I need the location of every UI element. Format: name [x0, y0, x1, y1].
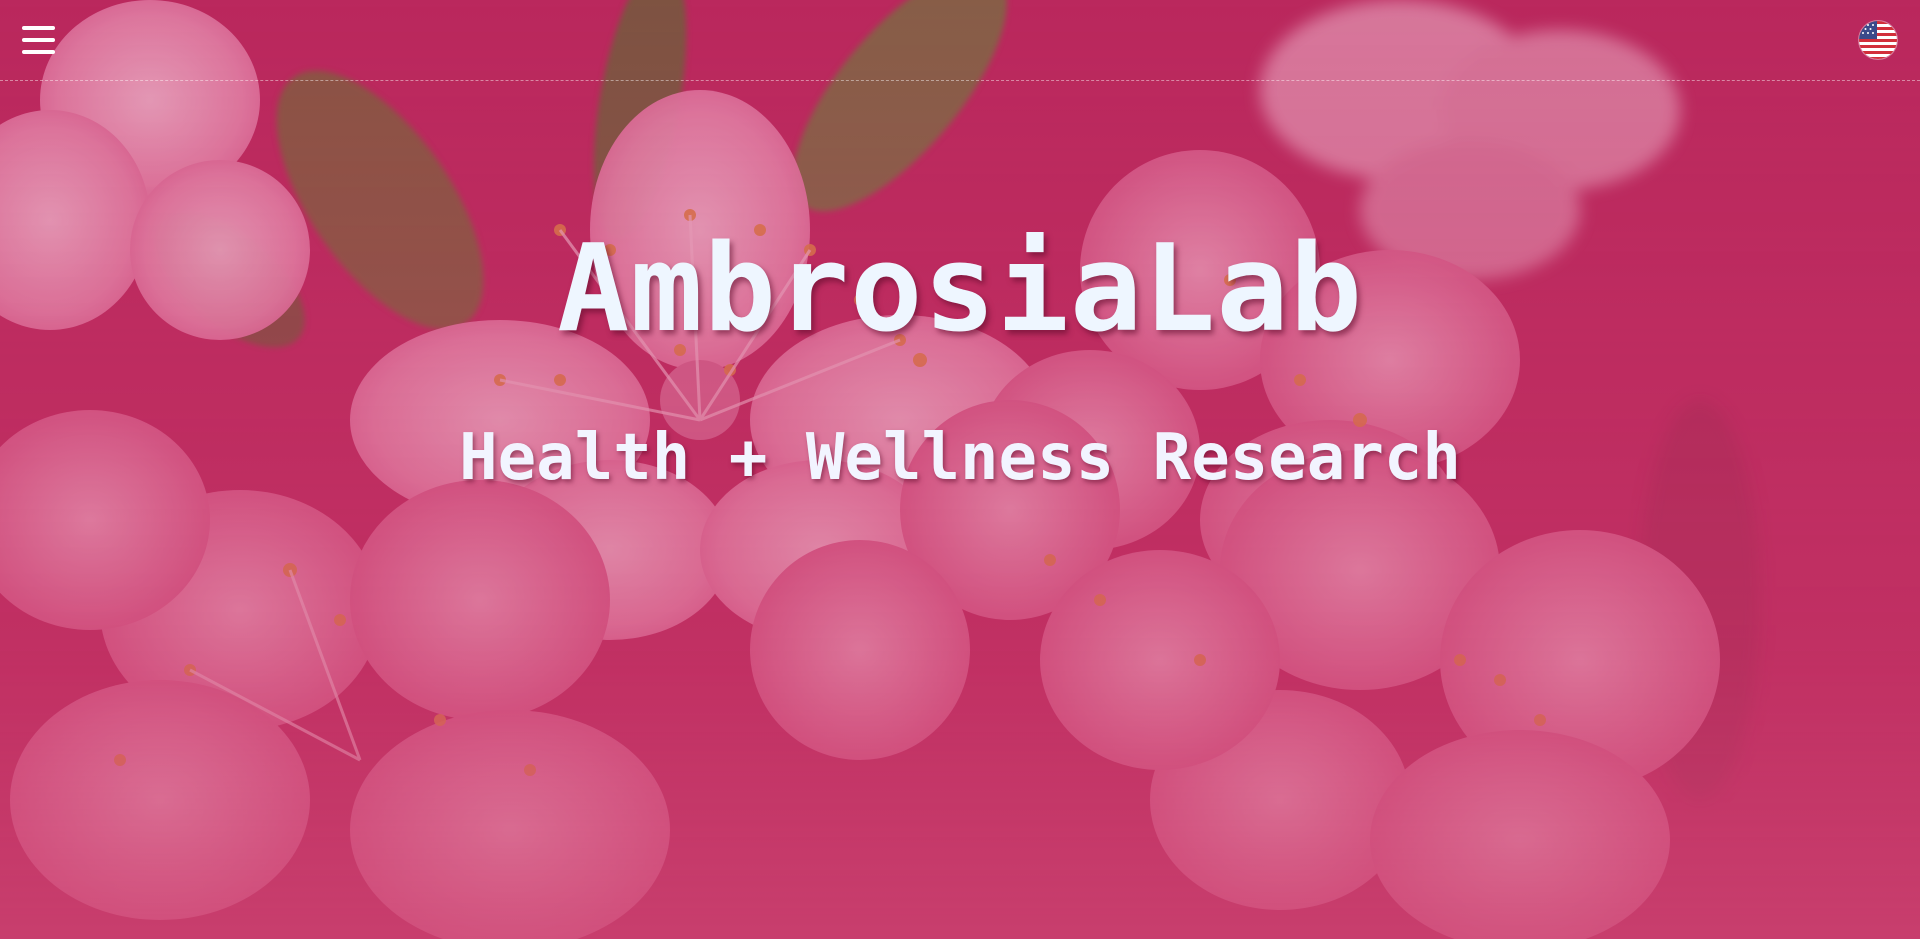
top-navigation-bar	[0, 0, 1920, 81]
hero-section: AmbrosiaLab Health + Wellness Research	[0, 0, 1920, 939]
us-flag-icon[interactable]	[1859, 21, 1897, 59]
site-title: AmbrosiaLab	[557, 220, 1363, 359]
site-subtitle: Health + Wellness Research	[459, 421, 1461, 495]
hamburger-menu-icon[interactable]	[22, 26, 55, 56]
